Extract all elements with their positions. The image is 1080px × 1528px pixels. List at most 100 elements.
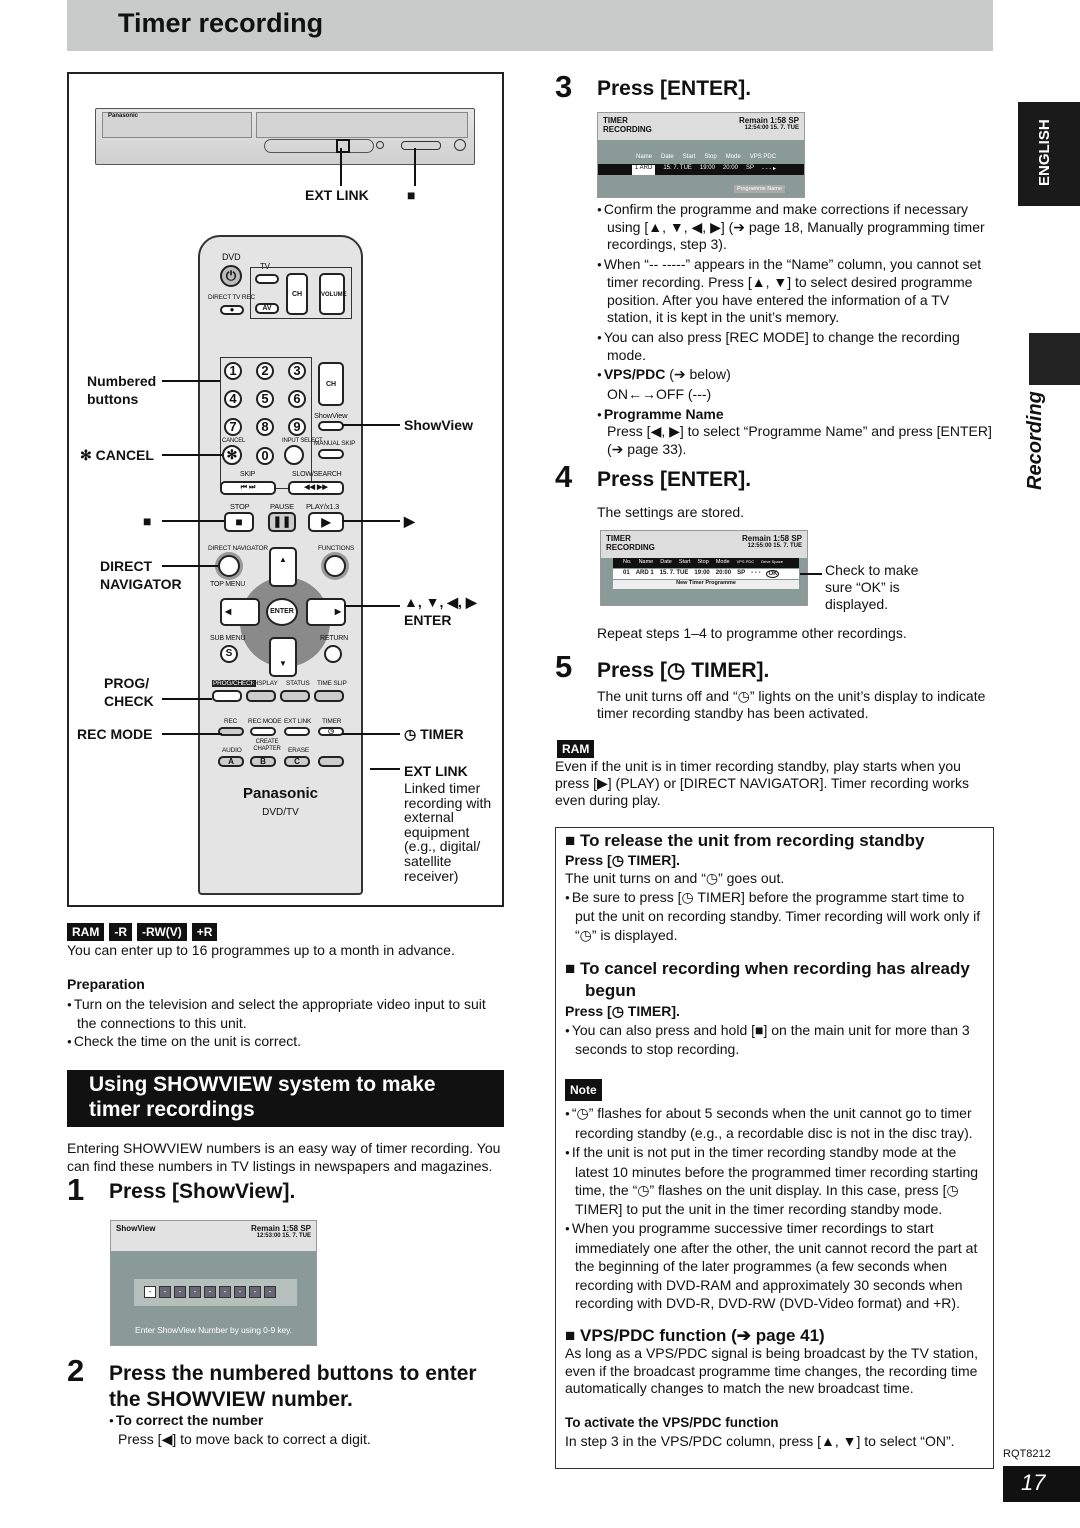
disc-badges: RAM -R -RW(V) +R (67, 923, 222, 941)
screen-remain: Remain 1:58 SP (738, 116, 799, 125)
step-4-title: Press [ENTER]. (597, 468, 752, 491)
digit-2-button: 2 (256, 362, 274, 380)
showview-button (318, 421, 344, 431)
screen-row: 01 ARD 1 15. 7. TUE 19:00 20:00 SP - - - OK (613, 569, 799, 579)
time-slip-button (314, 690, 344, 702)
timer-recording-screen: TIMER RECORDING Remain 1:58 SP 12:54:00 15… (597, 112, 805, 198)
note-item: If the unit is not put in the timer reco… (565, 1143, 984, 1218)
timer-callout: ◷ TIMER (404, 726, 464, 742)
tv-ch-button: CH (286, 273, 308, 315)
step-5-text: The unit turns off and “◷” lights on the… (597, 688, 986, 721)
digit-field: - (234, 1286, 246, 1298)
ext-link-label: EXT LINK (284, 718, 312, 725)
cancel-button: ✻ (222, 445, 242, 465)
step-5-number: 5 (555, 649, 573, 684)
create-chapter-label: CREATE CHAPTER (253, 739, 281, 752)
sub-menu-label: SUB MENU (210, 635, 246, 642)
time-slip-label: TIME SLIP (317, 680, 347, 687)
badge-r: -R (109, 923, 132, 941)
info-box: ■ To release the unit from recording sta… (555, 827, 994, 1469)
showview-label: ShowView (314, 411, 348, 420)
screen-time: 12:54:00 15. 7. TUE (744, 125, 799, 131)
direct-navigator-button (218, 555, 240, 577)
screen-column-headers: Name Date Start Stop Mode VPS PDC (636, 154, 776, 160)
vps-function-title: VPS/PDC function (➔ page 41) (580, 1325, 825, 1345)
numbered-buttons-callout: Numbered buttons (87, 373, 157, 407)
vps-values: ON←→OFF (---) (607, 386, 712, 403)
digit-field: - (189, 1286, 201, 1298)
digit-field: - (249, 1286, 261, 1298)
status-label: STATUS (286, 680, 310, 687)
programme-name-button: Programme Name (734, 185, 785, 193)
activate-title: To activate the VPS/PDC function (565, 1414, 779, 1430)
timer-button: ◷ (318, 727, 344, 736)
audio-label: AUDIO (222, 747, 242, 754)
cell: - - - ▸ (761, 166, 776, 172)
step-4-number: 4 (555, 459, 573, 494)
rec-mode-callout: REC MODE (77, 726, 153, 742)
rec-label: REC (224, 718, 238, 725)
language-tab[interactable]: ENGLISH (1018, 102, 1080, 206)
col-header: Name (636, 154, 653, 160)
release-text: The unit turns on and “◷” goes out. (565, 870, 785, 886)
up-arrow-button: ▲ (269, 547, 297, 587)
digit-field: - (264, 1286, 276, 1298)
step-4-text: The settings are stored. (597, 504, 745, 520)
cell: 19:00 (699, 165, 715, 171)
screen-title: ShowView (116, 1224, 156, 1233)
skip-label: SKIP (240, 471, 256, 478)
correct-number-text: Press [◀] to move back to correct a digi… (118, 1431, 371, 1447)
functions-button (324, 555, 346, 577)
badge-ram: RAM (557, 740, 595, 758)
a-button: A (218, 756, 244, 767)
digit-6-button: 6 (288, 390, 306, 408)
screen-remain: Remain 1:58 SP (741, 534, 802, 543)
ext-link-description: Linked timer recording with external equ… (404, 780, 492, 884)
cell: 20:00 (715, 570, 732, 576)
display-button (246, 690, 276, 702)
step-3-number: 3 (555, 69, 573, 104)
prog-check-callout: PROG/ CHECK (104, 675, 154, 709)
digit-9-button: 9 (288, 418, 306, 436)
step-3-bullets: Confirm the programme and make correctio… (597, 201, 995, 459)
step-1-number: 1 (67, 1172, 85, 1207)
col-header: VPS PDC (736, 559, 755, 564)
vps-ref: (➔ below) (665, 366, 731, 383)
power-button: ⏻ (220, 265, 242, 287)
cancel-bullet: You can also press and hold [■] on the m… (565, 1021, 984, 1059)
display-label: DISPLAY (252, 680, 278, 687)
digit-0-button: 0 (256, 447, 274, 465)
showview-screen: ShowView Remain 1:58 SP 12:53:00 15. 7. T… (110, 1220, 317, 1346)
step-2-title: Press the numbered buttons to enter the … (109, 1362, 477, 1411)
stop-callout: ■ (143, 513, 152, 529)
section-marker (1029, 333, 1080, 385)
sub-menu-button: S (220, 645, 238, 663)
direct-tv-rec-label: DIRECT TV REC (208, 294, 256, 301)
f-button (318, 756, 344, 767)
bullet: You can also press [REC MODE] to change … (597, 329, 995, 364)
section-title: Using SHOWVIEW system to make timer reco… (67, 1070, 504, 1127)
programme-name-title: Programme Name (597, 406, 995, 424)
col-header: VPS PDC (749, 154, 777, 160)
preparation-item: Turn on the television and select the ap… (67, 995, 507, 1032)
release-press: Press [◷ TIMER]. (565, 851, 680, 868)
screen-time: 12:53:00 15. 7. TUE (256, 1233, 311, 1239)
showview-callout: ShowView (404, 417, 473, 433)
c-button: C (284, 756, 310, 767)
badge-rwv: -RW(V) (137, 923, 187, 941)
screen-hint: Enter ShowView Number by using 0-9 key. (135, 1325, 292, 1335)
col-header: Start (678, 559, 691, 565)
document-code: RQT8212 (1003, 1448, 1051, 1460)
return-button (324, 645, 342, 663)
language-tab-label: ENGLISH (1036, 119, 1053, 186)
digit-7-button: 7 (224, 418, 242, 436)
cell: 15. 7. TUE (659, 570, 689, 576)
cancel-callout: ✻ CANCEL (80, 447, 154, 463)
cell: 01 (623, 570, 630, 576)
cell: 20:00 (722, 165, 738, 171)
check-ok-note: Check to make sure “OK” is displayed. (825, 562, 919, 612)
programme-name-text: Press [◀, ▶] to select “Programme Name” … (607, 423, 992, 458)
enter-button: ENTER (266, 598, 298, 626)
screen-column-headers: No. Name Date Start Stop Mode VPS PDC Drive Spa… (613, 558, 799, 568)
cell: 1 ARD (632, 165, 656, 175)
